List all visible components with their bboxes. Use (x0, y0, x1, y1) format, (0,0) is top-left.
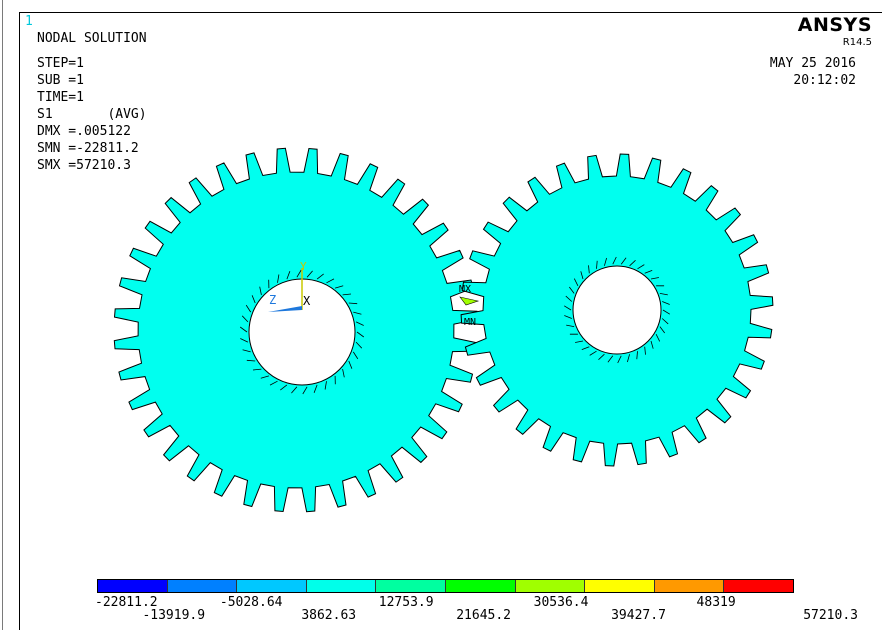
legend-swatch (98, 580, 168, 592)
legend-swatch (585, 580, 655, 592)
legend-value: 30536.4 (533, 595, 589, 610)
legend-swatch (724, 580, 793, 592)
legend-value: -13919.9 (142, 608, 206, 623)
legend-value: 48319 (696, 595, 736, 610)
triad-y-label: Y (300, 260, 307, 273)
contour-legend-bar (97, 579, 794, 593)
legend-swatch (515, 580, 586, 592)
legend-value: 39427.7 (611, 608, 666, 623)
legend-swatch (654, 580, 725, 592)
triad-x-label: X (303, 294, 311, 308)
legend-swatch (306, 580, 377, 592)
legend-value: -5028.64 (219, 595, 283, 610)
triad-z-label: Z (269, 293, 276, 307)
legend-swatch (445, 580, 516, 592)
legend-value: 12753.9 (378, 595, 434, 610)
legend-swatch (167, 580, 238, 592)
right-gear[interactable] (460, 153, 774, 467)
legend-swatch (376, 580, 446, 592)
mx-marker: MX (459, 284, 471, 295)
legend-swatch (237, 580, 307, 592)
mn-marker: MN (464, 317, 476, 328)
gear-model[interactable]: Y Z X MX MN (0, 0, 882, 630)
legend-value: 21645.2 (456, 608, 512, 623)
gear-bore (572, 265, 662, 355)
left-gear[interactable] (113, 147, 479, 513)
legend-value: 3862.63 (301, 608, 357, 623)
legend-value: 57210.3 (803, 608, 858, 623)
